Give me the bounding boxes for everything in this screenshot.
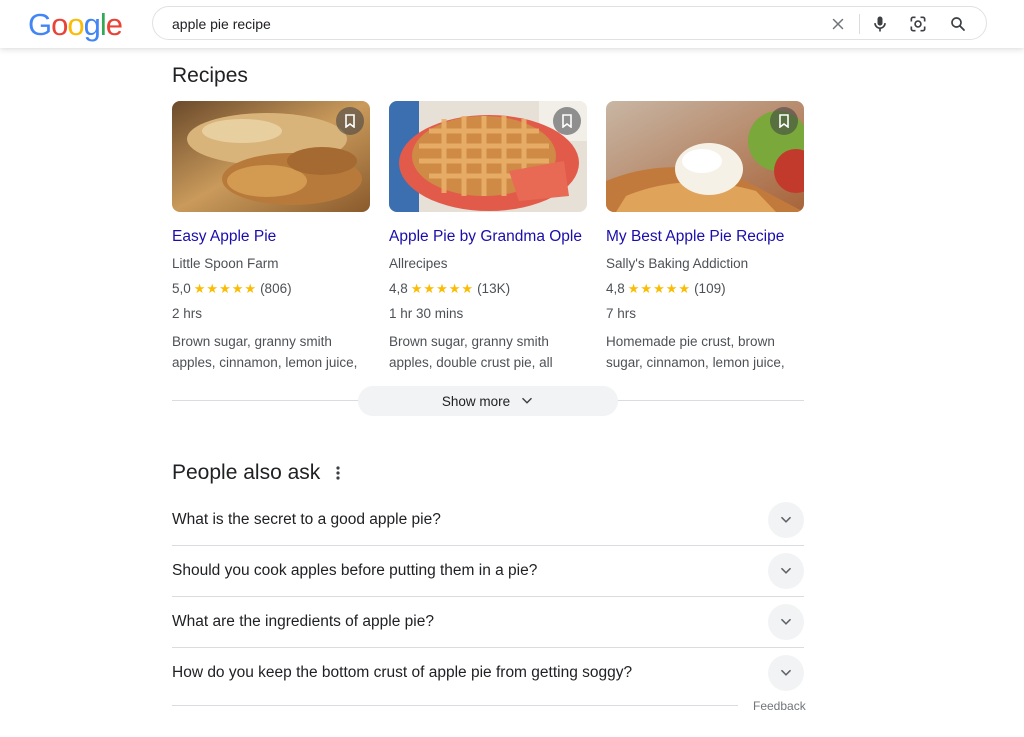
chevron-down-icon[interactable] (768, 553, 804, 589)
show-more-button[interactable]: Show more (358, 386, 618, 416)
recipe-ingredients: Brown sugar, granny smith apples, double… (389, 331, 587, 373)
paa-question-row[interactable]: What are the ingredients of apple pie? (172, 597, 804, 648)
paa-question-row[interactable]: How do you keep the bottom crust of appl… (172, 648, 804, 699)
review-count: (806) (260, 281, 292, 296)
chevron-down-icon[interactable] (768, 502, 804, 538)
mic-icon[interactable] (868, 12, 892, 36)
ingredients-line: apples, cinnamon, lemon juice, (172, 355, 358, 370)
chevron-down-icon[interactable] (768, 604, 804, 640)
recipe-card[interactable]: Easy Apple Pie Little Spoon Farm 5,0 ★★★★… (172, 101, 370, 370)
people-also-ask-heading: People also ask (172, 461, 321, 484)
rating-value: 4,8 (389, 281, 408, 296)
paa-question: What is the secret to a good apple pie? (172, 511, 441, 528)
header-bar: Google (0, 0, 1024, 48)
paa-question-row[interactable]: What is the secret to a good apple pie? (172, 495, 804, 546)
recipe-source: Sally's Baking Addiction (606, 256, 749, 271)
bookmark-icon[interactable] (336, 107, 364, 135)
recipe-title[interactable]: My Best Apple Pie Recipe (606, 228, 784, 246)
search-divider (859, 14, 860, 34)
ingredients-line: Brown sugar, granny smith (172, 334, 332, 349)
recipe-source: Little Spoon Farm (172, 256, 279, 271)
recipe-image[interactable] (389, 101, 587, 212)
ingredients-line: Homemade pie crust, brown (606, 334, 775, 349)
review-count: (13K) (477, 281, 511, 296)
bottom-divider (172, 705, 738, 706)
show-more-label: Show more (441, 393, 511, 409)
chevron-down-icon[interactable] (768, 655, 804, 691)
recipe-image[interactable] (172, 101, 370, 212)
recipe-image[interactable] (606, 101, 804, 212)
more-options-icon[interactable] (330, 463, 346, 483)
feedback-link[interactable]: Feedback (753, 699, 806, 713)
recipe-rating: 5,0 ★★★★★ (806) (172, 281, 292, 297)
paa-question: What are the ingredients of apple pie? (172, 613, 434, 630)
logo-letter: g (83, 7, 101, 42)
star-icons: ★★★★★ (193, 281, 258, 296)
rating-value: 5,0 (172, 281, 191, 296)
logo-letter: o (67, 7, 84, 42)
chevron-down-icon (522, 397, 532, 404)
recipe-ingredients: Brown sugar, granny smith apples, cinnam… (172, 331, 370, 373)
recipes-heading: Recipes (172, 64, 248, 87)
paa-question: Should you cook apples before putting th… (172, 562, 538, 579)
google-logo[interactable]: Google (28, 7, 123, 42)
recipe-title[interactable]: Apple Pie by Grandma Ople (389, 228, 582, 246)
logo-letter: e (105, 7, 123, 42)
bookmark-icon[interactable] (553, 107, 581, 135)
recipe-card[interactable]: My Best Apple Pie Recipe Sally's Baking … (606, 101, 804, 370)
recipe-title[interactable]: Easy Apple Pie (172, 228, 276, 246)
recipe-time: 1 hr 30 mins (389, 306, 464, 321)
search-box (152, 6, 987, 40)
close-icon[interactable] (826, 12, 850, 36)
ingredients-line: sugar, cinnamon, lemon juice, (606, 355, 785, 370)
logo-letter: o (51, 7, 68, 42)
review-count: (109) (694, 281, 726, 296)
bookmark-icon[interactable] (770, 107, 798, 135)
ingredients-line: Brown sugar, granny smith (389, 334, 549, 349)
search-icon[interactable] (946, 12, 970, 36)
recipe-time: 2 hrs (172, 306, 203, 321)
recipe-rating: 4,8 ★★★★★ (13K) (389, 281, 510, 297)
lens-icon[interactable] (906, 12, 930, 36)
star-icons: ★★★★★ (627, 281, 692, 296)
logo-letter: G (28, 7, 52, 42)
rating-value: 4,8 (606, 281, 625, 296)
recipe-ingredients: Homemade pie crust, brown sugar, cinnamo… (606, 331, 804, 373)
recipe-rating: 4,8 ★★★★★ (109) (606, 281, 726, 297)
search-input[interactable] (172, 15, 772, 33)
recipe-card[interactable]: Apple Pie by Grandma Ople Allrecipes 4,8… (389, 101, 587, 370)
paa-question-row[interactable]: Should you cook apples before putting th… (172, 546, 804, 597)
ingredients-line: apples, double crust pie, all (389, 355, 553, 370)
recipe-source: Allrecipes (389, 256, 448, 271)
recipe-time: 7 hrs (606, 306, 637, 321)
star-icons: ★★★★★ (410, 281, 475, 296)
paa-question: How do you keep the bottom crust of appl… (172, 664, 633, 681)
